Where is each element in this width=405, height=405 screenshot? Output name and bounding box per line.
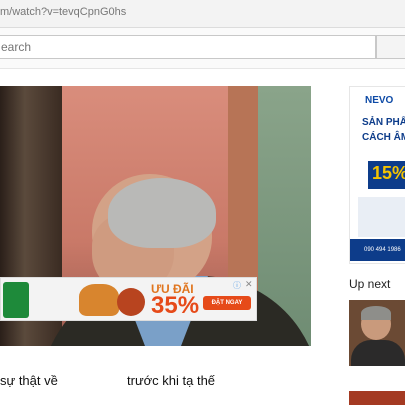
sidebar-ad-headline-2: CÁCH ÂM [362, 132, 405, 143]
sidebar-ad-brand: NEVO [365, 95, 394, 106]
up-next-heading: Up next [349, 277, 391, 291]
ad-food-image-2 [117, 288, 145, 316]
ad-brand-logo [3, 282, 29, 318]
ad-food-image [79, 284, 119, 316]
overlay-ad-banner[interactable]: ƯU ĐÃI 35% ĐẶT NGAY ⓘ ✕ [0, 277, 257, 321]
url-prefix: m/watch?v= [0, 6, 59, 18]
video-title-part-2: trước khi tạ thế [127, 373, 216, 388]
sidebar-ad[interactable]: NEVO SẢN PHẨ CÁCH ÂM 15% 090 494 1986 [349, 86, 405, 264]
sidebar-ad-promo-box: 15% [368, 161, 405, 189]
url-video-id: tevqCpnG0hs [59, 6, 127, 18]
up-next-thumbnail-2[interactable] [349, 391, 405, 405]
sidebar-ad-phone[interactable]: 090 494 1986 [350, 239, 405, 261]
sidebar-ad-promo: 15% [372, 163, 405, 183]
up-next-thumbnail[interactable] [349, 300, 405, 366]
sidebar-ad-headline-1: SẢN PHẨ [362, 117, 405, 128]
browser-address-bar[interactable]: m/watch?v=tevqCpnG0hs [0, 0, 405, 28]
thumbnail-person-hair [361, 306, 391, 320]
search-button[interactable] [376, 35, 405, 59]
thumbnail-person-body [351, 340, 405, 366]
ad-cta-button[interactable]: ĐẶT NGAY [203, 296, 251, 310]
close-icon[interactable]: ✕ [245, 279, 253, 290]
masthead [0, 28, 405, 69]
video-frame-person-hair [108, 178, 216, 248]
video-title-part-1: sự thật về [0, 373, 58, 388]
search-input[interactable] [1, 40, 361, 54]
search-box[interactable] [0, 35, 376, 59]
ad-discount: 35% [151, 292, 200, 319]
video-player[interactable]: ƯU ĐÃI 35% ĐẶT NGAY ⓘ ✕ [0, 86, 311, 346]
info-icon[interactable]: ⓘ [233, 280, 241, 291]
sidebar-ad-product-image [358, 197, 405, 237]
url-text[interactable]: m/watch?v=tevqCpnG0hs [0, 6, 126, 18]
